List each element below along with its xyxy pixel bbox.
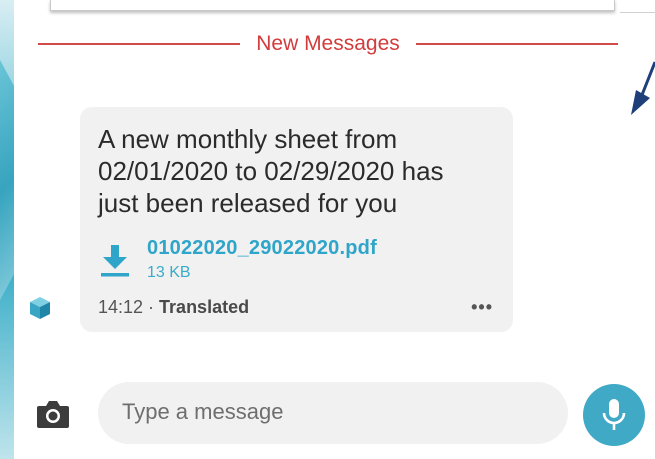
message-meta: 14:12 · Translated (98, 297, 249, 318)
attachment-file-name[interactable]: 01022020_29022020.pdf (147, 237, 377, 260)
more-options-icon[interactable]: ••• (471, 297, 493, 318)
camera-icon[interactable] (36, 398, 70, 430)
annotation-arrow-icon (631, 61, 655, 115)
meta-separator: · (143, 297, 160, 317)
message-time: 14:12 (98, 297, 144, 317)
previous-message-card (50, 0, 615, 11)
message-line: A new monthly sheet from (98, 124, 398, 154)
microphone-button[interactable] (583, 384, 645, 446)
divider-line-left (38, 43, 241, 45)
bot-avatar-icon (30, 297, 50, 319)
divider-label: New Messages (256, 32, 400, 55)
previous-card-edge (620, 0, 655, 13)
file-attachment[interactable]: 01022020_29022020.pdf 13 KB (100, 235, 500, 285)
microphone-icon (602, 399, 626, 430)
translated-status[interactable]: Translated (159, 297, 249, 317)
download-icon[interactable] (100, 243, 130, 277)
attachment-file-size: 13 KB (147, 264, 191, 281)
message-input-placeholder: Type a message (122, 399, 284, 424)
message-input[interactable]: Type a message (98, 382, 568, 444)
divider-line-right (415, 43, 618, 45)
message-line: 02/01/2020 to 02/29/2020 has (98, 156, 444, 186)
message-bubble[interactable]: A new monthly sheet from 02/01/2020 to 0… (80, 107, 513, 332)
message-text: A new monthly sheet from 02/01/2020 to 0… (98, 123, 508, 219)
message-line: just been released for you (98, 188, 398, 218)
new-messages-divider: New Messages (38, 30, 618, 58)
